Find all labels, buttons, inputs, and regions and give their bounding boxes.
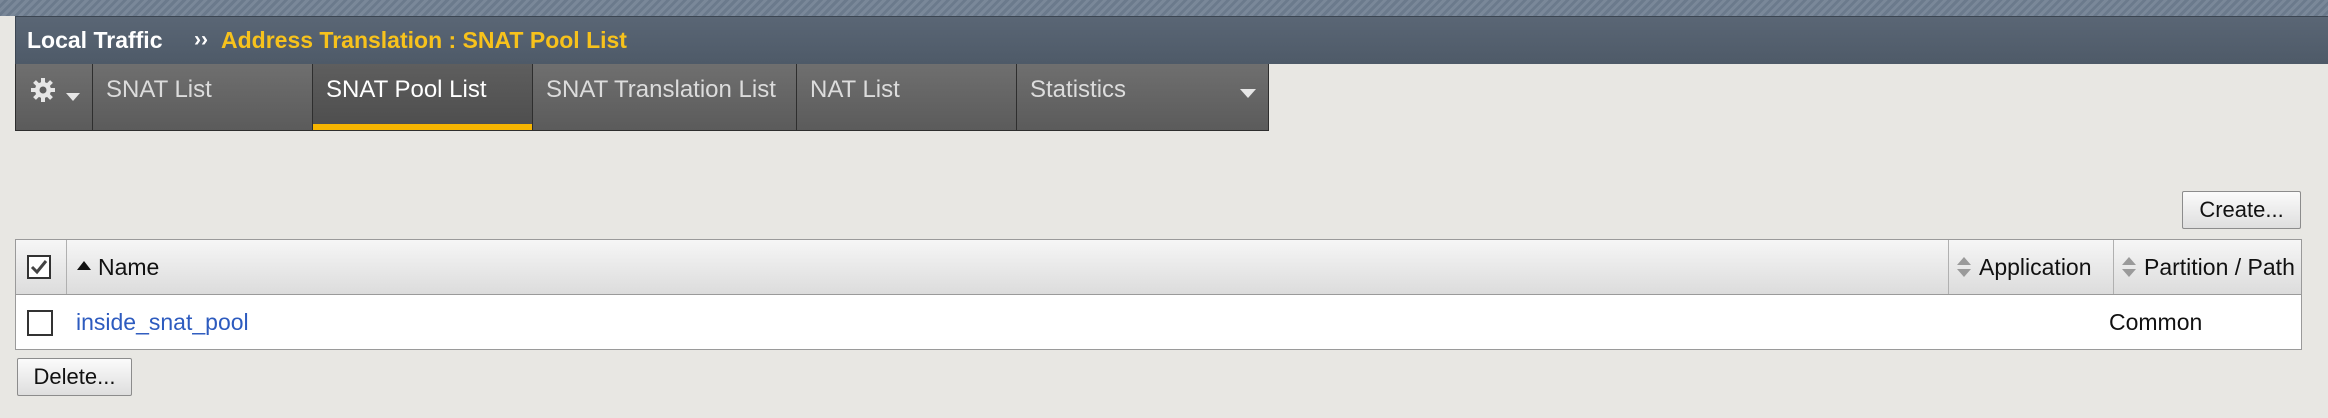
table-row: inside_snat_pool Common bbox=[16, 295, 2301, 349]
breadcrumb: Local Traffic ›› Address Translation : S… bbox=[15, 16, 2328, 64]
column-header-name[interactable]: Name bbox=[66, 240, 1949, 294]
tab-label: SNAT Translation List bbox=[546, 76, 776, 103]
check-icon bbox=[30, 260, 48, 275]
column-label: Partition / Path bbox=[2144, 254, 2295, 280]
settings-menu-button[interactable] bbox=[16, 64, 93, 131]
column-label: Name bbox=[98, 254, 160, 280]
select-all-cell bbox=[16, 240, 65, 294]
column-header-partition[interactable]: Partition / Path bbox=[2113, 240, 2302, 294]
column-label: Application bbox=[1979, 254, 2092, 280]
tab-bar: SNAT List SNAT Pool List SNAT Translatio… bbox=[15, 64, 1269, 131]
tab-nat-list[interactable]: NAT List bbox=[797, 64, 1017, 131]
partition-cell: Common bbox=[2109, 309, 2203, 335]
chevron-down-icon bbox=[66, 93, 80, 101]
sort-icon bbox=[1957, 257, 1971, 277]
column-header-application[interactable]: Application bbox=[1948, 240, 2113, 294]
tab-snat-pool-list[interactable]: SNAT Pool List bbox=[313, 64, 533, 131]
tab-label: NAT List bbox=[810, 76, 900, 103]
select-all-checkbox[interactable] bbox=[27, 255, 51, 279]
gear-icon bbox=[31, 78, 55, 102]
create-button[interactable]: Create... bbox=[2182, 191, 2301, 229]
tab-snat-translation-list[interactable]: SNAT Translation List bbox=[533, 64, 797, 131]
breadcrumb-separator: ›› bbox=[194, 28, 208, 51]
tab-label: SNAT Pool List bbox=[326, 76, 487, 103]
pool-name-link[interactable]: inside_snat_pool bbox=[76, 295, 249, 349]
delete-button[interactable]: Delete... bbox=[17, 358, 132, 396]
tab-statistics[interactable]: Statistics bbox=[1017, 64, 1269, 131]
row-select-checkbox[interactable] bbox=[27, 310, 53, 336]
top-banner-strip bbox=[0, 0, 2328, 16]
tab-label: Statistics bbox=[1030, 76, 1127, 103]
breadcrumb-section-link[interactable]: Local Traffic bbox=[27, 17, 162, 65]
tab-label: SNAT List bbox=[106, 76, 212, 103]
snat-pool-table: Name Application Partition / Path inside… bbox=[15, 239, 2302, 350]
tab-snat-list[interactable]: SNAT List bbox=[93, 64, 313, 131]
table-header: Name Application Partition / Path bbox=[16, 240, 2301, 295]
page-title: Address Translation : SNAT Pool List bbox=[221, 27, 627, 53]
chevron-down-icon bbox=[1240, 89, 1256, 98]
sort-icon bbox=[2122, 257, 2136, 277]
sort-ascending-icon bbox=[77, 261, 91, 270]
